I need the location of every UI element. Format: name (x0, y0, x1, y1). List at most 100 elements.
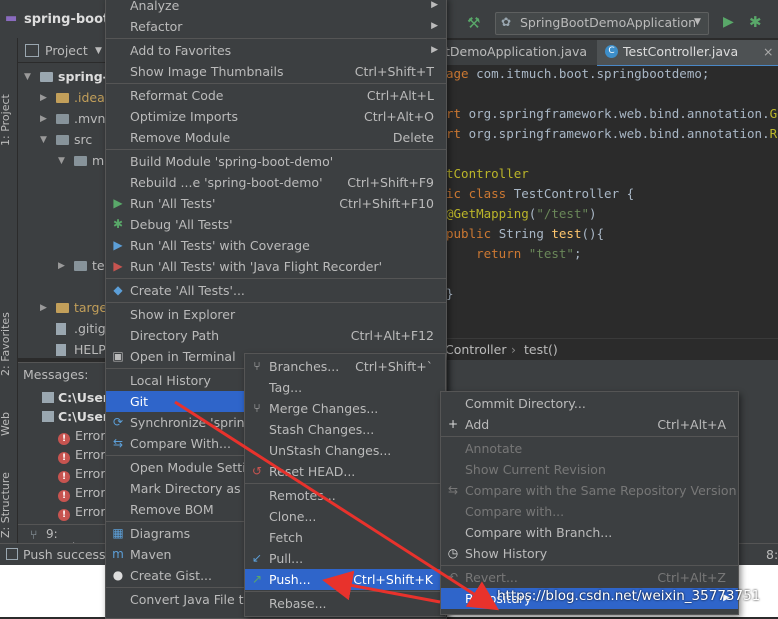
message-row[interactable]: ! Error (58, 485, 105, 502)
menu-item-run-all-tests[interactable]: ▶ Run 'All Tests' Ctrl+Shift+F10 (106, 193, 446, 214)
breadcrumb-method[interactable]: test() (524, 342, 558, 357)
chevron-right-icon[interactable]: ▶ (40, 114, 47, 124)
menu-item-debug-all-tests[interactable]: ✱ Debug 'All Tests' (106, 214, 446, 235)
tab-project[interactable]: 1: Project (0, 94, 12, 146)
menu-item-label: Clone... (269, 509, 317, 524)
git-item-push[interactable]: ↗ Push... Ctrl+Shift+K (245, 569, 445, 590)
menu-separator (245, 483, 445, 484)
vcs-item-show-history[interactable]: ◷ Show History (441, 543, 738, 564)
menu-item-analyze[interactable]: Analyze ▶ (106, 0, 446, 16)
vcs-item-commit-directory[interactable]: Commit Directory... (441, 393, 738, 414)
menu-item-label: Create 'All Tests'... (130, 283, 245, 298)
tree-item-label: m (92, 153, 105, 168)
run-config-select[interactable]: ✿ SpringBootDemoApplication ▼ (495, 12, 709, 35)
chevron-right-icon[interactable]: ▶ (40, 303, 47, 313)
menu-item-remove-module[interactable]: Remove Module Delete (106, 127, 446, 148)
menu-item-shortcut: Ctrl+Shift+F10 (339, 196, 434, 211)
code-token: RestC (769, 126, 778, 141)
code-token: public (446, 226, 499, 241)
left-tool-strip: 1: Project 2: Favorites Web Z: Structure (0, 38, 18, 543)
menu-item-label: Convert Java File to (130, 592, 252, 607)
git-item-pull[interactable]: ↙ Pull... (245, 548, 445, 569)
merge-icon: ⑂ (253, 401, 261, 415)
git-item-clone[interactable]: Clone... (245, 506, 445, 527)
code-token: tController (446, 166, 529, 181)
menu-item-label: Create Gist... (130, 568, 213, 583)
git-item-rebase[interactable]: Rebase... (245, 593, 445, 614)
tab-test-controller[interactable]: TestController.java (623, 44, 738, 59)
menu-separator (106, 278, 446, 279)
folder-icon (42, 411, 54, 422)
git-item-fetch[interactable]: Fetch (245, 527, 445, 548)
vcs-item-add[interactable]: + Add Ctrl+Alt+A (441, 414, 738, 435)
project-panel-header: Project ▼ (18, 40, 105, 63)
menu-item-build-module-spring-boot-demo[interactable]: Build Module 'spring-boot-demo' (106, 151, 446, 172)
menu-item-label: Tag... (269, 380, 303, 395)
menu-item-rebuild-e-spring-boot-demo[interactable]: Rebuild ...e 'spring-boot-demo' Ctrl+Shif… (106, 172, 446, 193)
code-token: (){ (581, 226, 605, 241)
chevron-down-icon[interactable]: ▼ (58, 156, 65, 166)
branch-icon: ⑂ (253, 359, 261, 373)
menu-item-show-in-explorer[interactable]: Show in Explorer (106, 304, 446, 325)
menu-item-optimize-imports[interactable]: Optimize Imports Ctrl+Alt+O (106, 106, 446, 127)
chevron-down-icon[interactable]: ▼ (95, 46, 102, 56)
reset-icon: ↺ (251, 464, 263, 478)
build-hammer-icon[interactable]: ⚒ (467, 14, 480, 32)
breadcrumb-class[interactable]: Controller (445, 342, 507, 357)
pull-icon: ↙ (251, 551, 263, 565)
code-line: rt org.springframework.web.bind.annotati… (446, 106, 778, 121)
menu-item-run-all-tests-with-coverage[interactable]: ▶ Run 'All Tests' with Coverage (106, 235, 446, 256)
revert-icon: ↶ (447, 570, 459, 584)
code-token: @GetMapping (446, 206, 529, 221)
menu-item-label: Local History (130, 373, 211, 388)
coverage-icon: ▶ (113, 238, 123, 252)
menu-item-directory-path[interactable]: Directory Path Ctrl+Alt+F12 (106, 325, 446, 346)
tab-structure[interactable]: Z: Structure (0, 472, 12, 538)
folder-icon (74, 156, 87, 166)
code-token: String (498, 226, 552, 241)
tab-favorites[interactable]: 2: Favorites (0, 312, 12, 376)
menu-item-run-all-tests-with-java-flight-recorder[interactable]: ▶ Run 'All Tests' with 'Java Flight Recor… (106, 256, 446, 277)
message-row[interactable]: ! Error (58, 466, 105, 483)
menu-item-label: Debug 'All Tests' (130, 217, 233, 232)
tab-web[interactable]: Web (0, 412, 12, 436)
chevron-down-icon[interactable]: ▼ (24, 72, 31, 82)
menu-item-label: Rebuild ...e 'spring-boot-demo' (130, 175, 323, 190)
git-item-branches[interactable]: ⑂ Branches... Ctrl+Shift+` (245, 356, 445, 377)
git-item-stash-changes[interactable]: Stash Changes... (245, 419, 445, 440)
history-icon: ◷ (447, 546, 459, 560)
message-row[interactable]: ! Error (58, 428, 105, 445)
chevron-right-icon[interactable]: ▶ (40, 93, 47, 103)
file-icon (56, 344, 66, 356)
menu-item-label: Add (465, 417, 490, 432)
code-token: ) (589, 206, 597, 221)
project-view-label[interactable]: Project (45, 43, 88, 58)
git-item-tag[interactable]: Tag... (245, 377, 445, 398)
status-toggle-icon[interactable] (6, 548, 18, 560)
message-row[interactable]: ! Error (58, 504, 105, 521)
code-line: public String test(){ (446, 226, 604, 241)
menu-item-create-all-tests[interactable]: ◆ Create 'All Tests'... (106, 280, 446, 301)
message-row[interactable]: ! Error (58, 447, 105, 464)
menu-item-label: Fetch (269, 530, 303, 545)
git-item-unstash-changes[interactable]: UnStash Changes... (245, 440, 445, 461)
chevron-down-icon[interactable]: ▼ (40, 135, 47, 145)
chevron-down-icon: ▼ (694, 17, 701, 27)
close-icon[interactable]: × (763, 44, 773, 59)
run-icon[interactable]: ▶ (723, 14, 734, 30)
menu-item-reformat-code[interactable]: Reformat Code Ctrl+Alt+L (106, 85, 446, 106)
error-icon: ! (58, 452, 70, 464)
version-control-tab[interactable]: ⑂ 9: Version C (18, 524, 105, 555)
menu-item-add-to-favorites[interactable]: Add to Favorites ▶ (106, 40, 446, 61)
chevron-right-icon[interactable]: ▶ (58, 261, 65, 271)
menu-item-show-image-thumbnails[interactable]: Show Image Thumbnails Ctrl+Shift+T (106, 61, 446, 82)
push-icon: ↗ (251, 572, 263, 586)
git-item-remotes[interactable]: Remotes... (245, 485, 445, 506)
menu-item-refactor[interactable]: Refactor ▶ (106, 16, 446, 37)
git-item-merge-changes[interactable]: ⑂ Merge Changes... (245, 398, 445, 419)
git-item-reset-head[interactable]: ↺ Reset HEAD... (245, 461, 445, 482)
debug-icon[interactable]: ✱ (749, 13, 762, 31)
vcs-item-compare-with-branch[interactable]: Compare with Branch... (441, 522, 738, 543)
vcs-item-show-current-revision: Show Current Revision (441, 459, 738, 480)
tab-demo-application[interactable]: tDemoApplication.java (445, 44, 587, 59)
